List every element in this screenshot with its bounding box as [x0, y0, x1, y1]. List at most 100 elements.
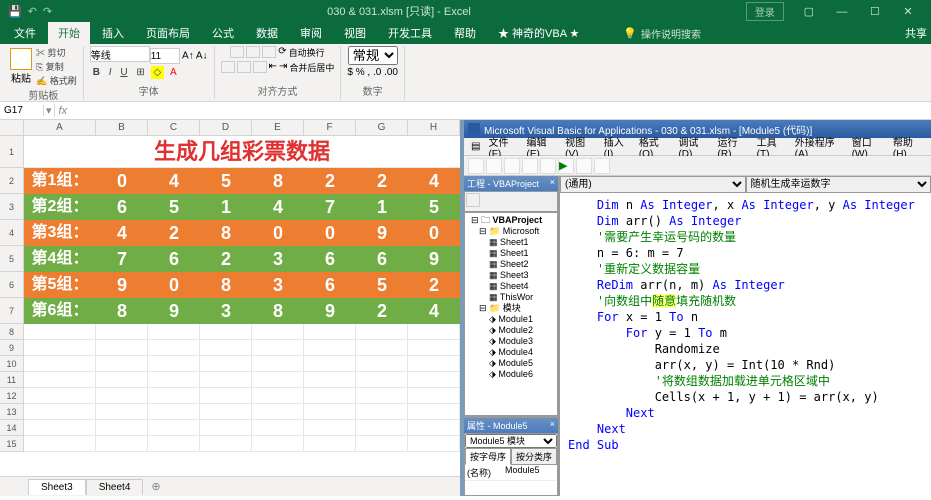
cut-button[interactable]: ✂ 剪切: [36, 46, 77, 59]
data-cell[interactable]: 7: [304, 194, 356, 220]
row-header[interactable]: 10: [0, 356, 24, 372]
empty-cell[interactable]: [96, 356, 148, 372]
tellme-search[interactable]: 操作说明搜索: [641, 26, 701, 41]
empty-cell[interactable]: [96, 372, 148, 388]
row-header[interactable]: 3: [0, 194, 24, 220]
font-size[interactable]: [150, 48, 180, 64]
tab-help[interactable]: 帮助: [444, 22, 486, 44]
data-cell[interactable]: 6: [304, 272, 356, 298]
wrap-button[interactable]: 自动换行: [289, 46, 325, 59]
close-icon[interactable]: ✕: [893, 5, 923, 18]
data-cell[interactable]: 2: [356, 298, 408, 324]
empty-cell[interactable]: [408, 436, 460, 452]
align-center[interactable]: [237, 61, 251, 73]
data-cell[interactable]: 9: [304, 298, 356, 324]
undo-icon[interactable]: ↶: [28, 5, 37, 18]
data-cell[interactable]: 6: [304, 246, 356, 272]
data-cell[interactable]: 4: [252, 194, 304, 220]
bold-button[interactable]: B: [90, 66, 103, 79]
empty-cell[interactable]: [356, 404, 408, 420]
row-header[interactable]: 8: [0, 324, 24, 340]
empty-cell[interactable]: [252, 436, 304, 452]
tab-home[interactable]: 开始: [48, 22, 90, 44]
sheet-tab[interactable]: Sheet3: [28, 479, 86, 495]
data-cell[interactable]: 5: [356, 272, 408, 298]
empty-cell[interactable]: [304, 356, 356, 372]
empty-cell[interactable]: [148, 404, 200, 420]
row-label-cell[interactable]: 第3组：: [24, 220, 96, 246]
empty-cell[interactable]: [200, 372, 252, 388]
row-label-cell[interactable]: 第5组：: [24, 272, 96, 298]
empty-cell[interactable]: [24, 356, 96, 372]
decrease-font-icon[interactable]: A↓: [196, 51, 208, 62]
empty-cell[interactable]: [148, 388, 200, 404]
empty-cell[interactable]: [356, 388, 408, 404]
code-editor[interactable]: Dim n As Integer, x As Integer, y As Int…: [560, 193, 931, 496]
data-cell[interactable]: 2: [148, 220, 200, 246]
data-cell[interactable]: 3: [252, 246, 304, 272]
tab-view[interactable]: 视图: [334, 22, 376, 44]
tab-layout[interactable]: 页面布局: [136, 22, 200, 44]
row-label-cell[interactable]: 第1组：: [24, 168, 96, 194]
data-cell[interactable]: 0: [304, 220, 356, 246]
number-format[interactable]: 常规: [348, 46, 398, 65]
row-header[interactable]: 13: [0, 404, 24, 420]
data-cell[interactable]: 4: [408, 298, 460, 324]
tree-btn[interactable]: [466, 193, 480, 207]
empty-cell[interactable]: [408, 420, 460, 436]
vbe-tb-stop-icon[interactable]: [594, 158, 610, 174]
props-object[interactable]: Module5 模块: [465, 434, 557, 448]
empty-cell[interactable]: [356, 356, 408, 372]
empty-cell[interactable]: [356, 436, 408, 452]
row-header[interactable]: 14: [0, 420, 24, 436]
empty-cell[interactable]: [252, 356, 304, 372]
share-button[interactable]: 共享: [705, 25, 927, 41]
data-cell[interactable]: 0: [148, 272, 200, 298]
sheet-tab[interactable]: Sheet4: [86, 479, 144, 495]
comma-icon[interactable]: ,: [367, 67, 370, 78]
name-box[interactable]: G17: [0, 105, 44, 116]
empty-cell[interactable]: [96, 404, 148, 420]
empty-cell[interactable]: [252, 404, 304, 420]
empty-cell[interactable]: [252, 340, 304, 356]
empty-cell[interactable]: [304, 404, 356, 420]
increase-font-icon[interactable]: A↑: [182, 51, 194, 62]
col-header[interactable]: D: [200, 120, 252, 135]
empty-cell[interactable]: [148, 436, 200, 452]
data-cell[interactable]: 2: [356, 168, 408, 194]
empty-cell[interactable]: [24, 420, 96, 436]
empty-cell[interactable]: [252, 372, 304, 388]
empty-cell[interactable]: [304, 420, 356, 436]
col-header[interactable]: G: [356, 120, 408, 135]
row-header[interactable]: 11: [0, 372, 24, 388]
data-cell[interactable]: 1: [200, 194, 252, 220]
empty-cell[interactable]: [148, 372, 200, 388]
close-icon[interactable]: ×: [550, 419, 555, 432]
data-cell[interactable]: 8: [200, 272, 252, 298]
col-header[interactable]: F: [304, 120, 356, 135]
vbe-tb-copy-icon[interactable]: [522, 158, 538, 174]
close-icon[interactable]: ×: [550, 177, 555, 190]
col-header[interactable]: E: [252, 120, 304, 135]
align-left[interactable]: [221, 61, 235, 73]
align-bot[interactable]: [262, 46, 276, 58]
empty-cell[interactable]: [408, 340, 460, 356]
redo-icon[interactable]: ↷: [43, 5, 52, 18]
empty-cell[interactable]: [24, 324, 96, 340]
row-header[interactable]: 5: [0, 246, 24, 272]
row-header[interactable]: 15: [0, 436, 24, 452]
empty-cell[interactable]: [408, 404, 460, 420]
empty-cell[interactable]: [200, 436, 252, 452]
data-cell[interactable]: 5: [148, 194, 200, 220]
vbe-tb-save-icon[interactable]: [486, 158, 502, 174]
minimize-icon[interactable]: —: [827, 6, 857, 18]
align-top[interactable]: [230, 46, 244, 58]
empty-cell[interactable]: [252, 420, 304, 436]
empty-cell[interactable]: [96, 340, 148, 356]
data-cell[interactable]: 4: [148, 168, 200, 194]
select-all-corner[interactable]: [0, 120, 24, 135]
inc-decimal-icon[interactable]: .0: [373, 67, 381, 78]
data-cell[interactable]: 5: [408, 194, 460, 220]
vbe-tb-break-icon[interactable]: [576, 158, 592, 174]
empty-cell[interactable]: [252, 324, 304, 340]
